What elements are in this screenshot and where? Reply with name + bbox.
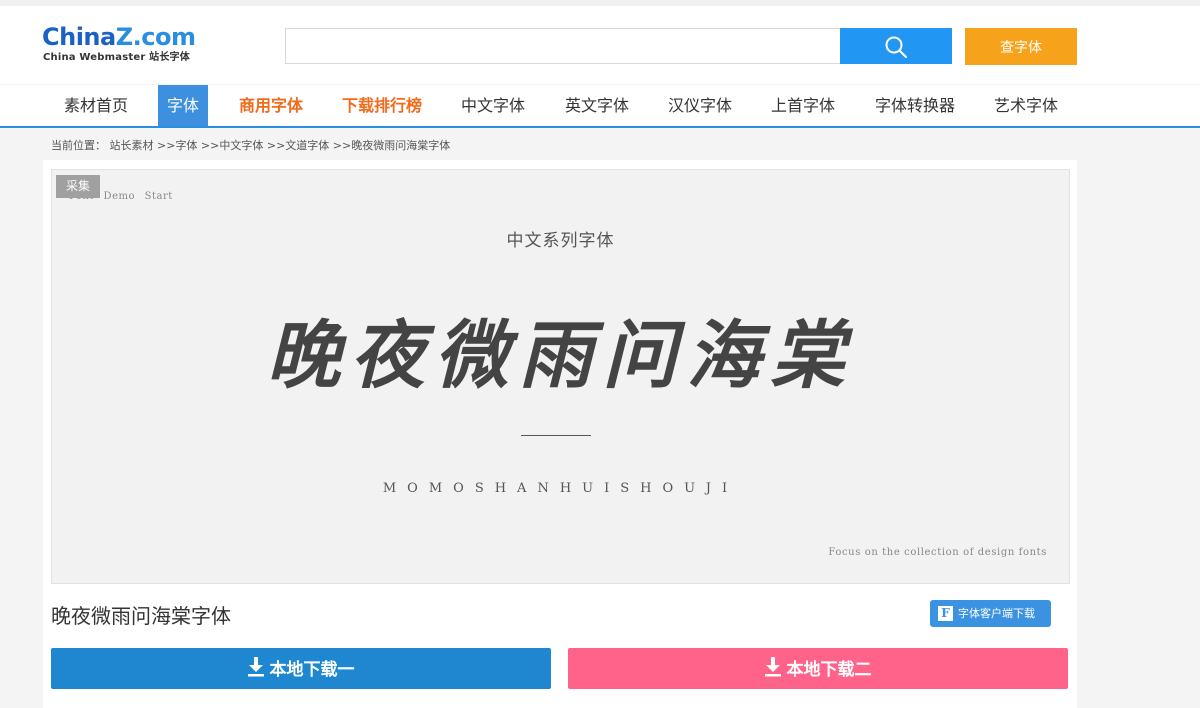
logo-part-z: Z [115,23,133,51]
breadcrumb-separator: >> [329,139,352,152]
top-header: ChinaZ.com China Webmaster 站长字体 查字体 [0,0,1200,84]
client-download-button[interactable]: F 字体客户端下载 [930,600,1051,627]
client-download-label: 字体客户端下载 [958,607,1035,620]
breadcrumb-separator: >> [153,139,176,152]
breadcrumb-item-fonts[interactable]: 字体 [175,139,197,152]
logo-part-com: .com [132,23,196,51]
font-title: 晚夜微雨问海棠字体 [51,604,231,628]
series-title: 中文系列字体 [506,231,615,251]
breadcrumb-item-current: 晚夜微雨问海棠字体 [351,139,451,152]
main-nav: 素材首页 字体 商用字体 下载排行榜 中文字体 英文字体 汉仪字体 上首字体 字… [0,85,1200,128]
site-logo[interactable]: ChinaZ.com China Webmaster 站长字体 [42,24,212,64]
breadcrumb-item-wendao-fonts[interactable]: 文道字体 [285,139,329,152]
preview-divider [521,435,591,436]
pinyin-text: MOMOSHANHUISHOUJI [382,481,739,496]
nav-item-material-home[interactable]: 素材首页 [44,85,148,126]
logo-part-china: China [42,23,116,51]
focus-tagline: Focus on the collection of design fonts [828,547,1047,558]
font-client-icon: F [938,606,953,621]
breadcrumb: 当前位置： 站长素材 >>字体 >>中文字体 >>文道字体 >>晚夜微雨问海棠字… [51,137,450,153]
download-one-label: 本地下载一 [269,659,355,680]
logo-wordmark: ChinaZ.com [42,23,196,51]
nav-item-font-converter[interactable]: 字体转换器 [862,85,968,126]
download-icon [764,657,781,677]
breadcrumb-separator: >> [197,139,220,152]
nav-item-hanyi-fonts[interactable]: 汉仪字体 [655,85,745,126]
breadcrumb-separator: >> [263,139,286,152]
download-two-label: 本地下载二 [786,659,872,680]
local-download-one-button[interactable]: 本地下载一 [51,648,551,689]
breadcrumb-item-material[interactable]: 站长素材 [110,139,154,152]
search-button[interactable] [840,28,952,64]
search-icon [885,36,908,59]
local-download-two-button[interactable]: 本地下载二 [568,648,1068,689]
nav-item-commercial-fonts[interactable]: 商用字体 [222,85,320,126]
download-icon [247,657,264,677]
logo-subtitle: China Webmaster 站长字体 [43,52,190,63]
nav-item-english-fonts[interactable]: 英文字体 [552,85,642,126]
nav-item-shangshou-fonts[interactable]: 上首字体 [758,85,848,126]
collected-tag: 采集 [56,175,100,198]
font-preview-image: Font Demo Start 采集 中文系列字体 晚夜微雨问海棠 MOMOSH… [51,169,1070,584]
search-input[interactable] [285,28,840,64]
breadcrumb-prefix: 当前位置： [51,139,106,152]
nav-item-fonts[interactable]: 字体 [158,85,208,126]
top-strip [0,0,1200,6]
nav-item-chinese-fonts[interactable]: 中文字体 [448,85,538,126]
nav-item-art-fonts[interactable]: 艺术字体 [981,85,1071,126]
find-font-button[interactable]: 查字体 [965,28,1077,65]
font-sample-text: 晚夜微雨问海棠 [266,313,855,399]
breadcrumb-item-chinese-fonts[interactable]: 中文字体 [219,139,263,152]
nav-item-download-ranking[interactable]: 下载排行榜 [330,85,434,126]
